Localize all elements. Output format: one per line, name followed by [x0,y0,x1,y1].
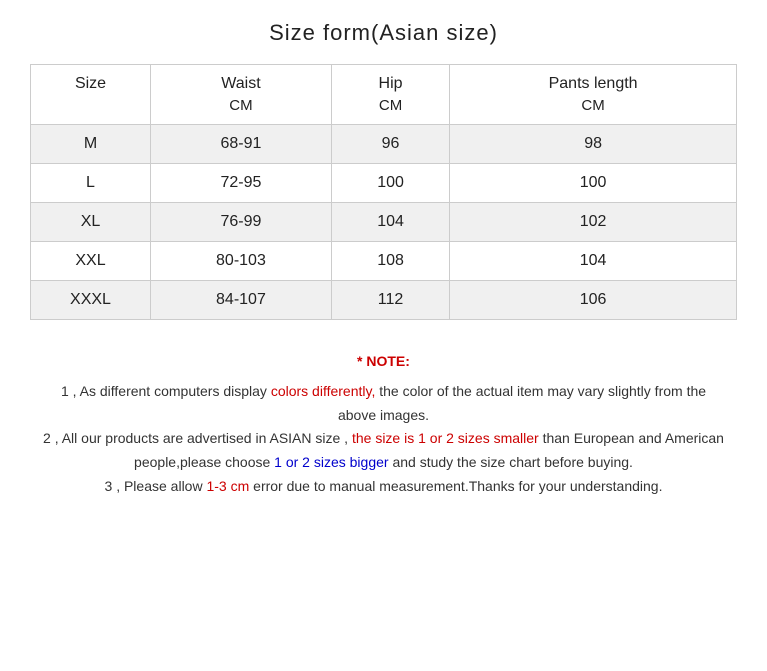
header-waist: Waist [151,65,332,96]
cell-waist: 76-99 [151,203,332,242]
note2-start: 2 , All our products are advertised in A… [43,430,352,446]
table-row: XXL80-103108104 [31,242,737,281]
cell-pants: 98 [450,125,737,164]
cell-hip: 112 [331,281,449,320]
cell-size: M [31,125,151,164]
cell-waist: 80-103 [151,242,332,281]
cell-pants: 100 [450,164,737,203]
note3-red: 1-3 cm [206,478,249,494]
cell-pants: 106 [450,281,737,320]
cell-hip: 96 [331,125,449,164]
page-title: Size form(Asian size) [30,20,737,46]
note3-end: error due to manual measurement.Thanks f… [249,478,662,494]
unit-waist: CM [151,95,332,125]
note1-start: 1 , As different computers display [61,383,271,399]
header-size: Size [31,65,151,96]
note1-red: colors differently, [271,383,376,399]
header-pants: Pants length [450,65,737,96]
unit-size [31,95,151,125]
cell-size: XL [31,203,151,242]
unit-hip: CM [331,95,449,125]
unit-pants: CM [450,95,737,125]
note1-end: the color of the actual item may vary sl… [338,383,706,423]
page-container: Size form(Asian size) Size Waist Hip Pan… [0,0,767,671]
note2-blue: 1 or 2 sizes bigger [274,454,388,470]
notes-section: * NOTE: 1 , As different computers displ… [30,350,737,499]
note-1: 1 , As different computers display color… [40,380,727,428]
note2-red: the size is 1 or 2 sizes smaller [352,430,539,446]
cell-size: XXL [31,242,151,281]
note-title: * NOTE: [40,350,727,374]
cell-waist: 68-91 [151,125,332,164]
size-table: Size Waist Hip Pants length CM CM CM M6 [30,64,737,320]
header-hip: Hip [331,65,449,96]
note3-start: 3 , Please allow [105,478,207,494]
table-row: M68-919698 [31,125,737,164]
cell-waist: 84-107 [151,281,332,320]
cell-hip: 104 [331,203,449,242]
note2-end: and study the size chart before buying. [389,454,633,470]
cell-pants: 102 [450,203,737,242]
cell-size: XXXL [31,281,151,320]
table-row: XL76-99104102 [31,203,737,242]
cell-pants: 104 [450,242,737,281]
table-row: L72-95100100 [31,164,737,203]
note-3: 3 , Please allow 1-3 cm error due to man… [40,475,727,499]
cell-hip: 108 [331,242,449,281]
cell-hip: 100 [331,164,449,203]
cell-size: L [31,164,151,203]
table-row: XXXL84-107112106 [31,281,737,320]
note-2: 2 , All our products are advertised in A… [40,427,727,475]
cell-waist: 72-95 [151,164,332,203]
